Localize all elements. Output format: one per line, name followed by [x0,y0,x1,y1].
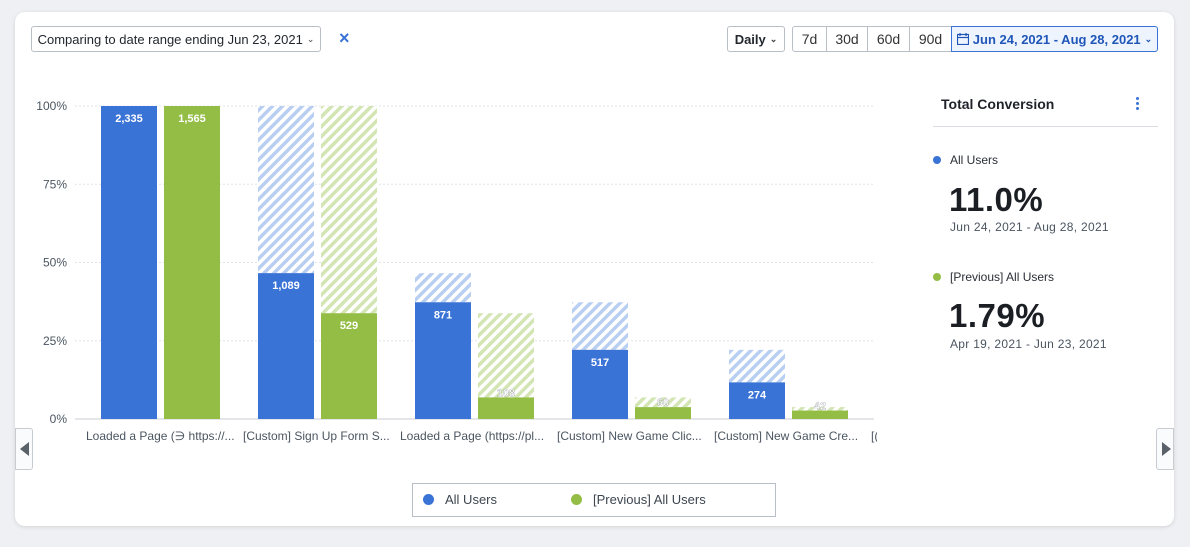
y-tick-label: 75% [43,177,67,191]
all-users-conversion: 11.0% [949,181,1044,218]
previous-users-conversion: 1.79% [949,297,1046,334]
bar-value-label: 108 [497,387,515,399]
category-label: [Custom] Sign Up Form S... [243,429,390,443]
y-tick-label: 25% [43,334,67,348]
bar-value-label: 871 [434,309,452,321]
legend-label: [Previous] All Users [593,492,706,507]
bar-value-label: 517 [591,357,609,369]
previous-users-dot [933,273,941,281]
total-conversion-title: Total Conversion [941,96,1055,112]
bar-value-label: 60 [657,397,669,409]
bar-value-label: 274 [748,389,767,401]
chart-next-button[interactable] [1156,428,1174,470]
chart-legend: All Users [Previous] All Users [412,483,776,517]
conversion-bar[interactable] [478,397,534,419]
chevron-left-icon [20,442,29,456]
dropoff-bar[interactable] [572,302,628,350]
bar-value-label: 42 [814,401,826,413]
conversion-bar[interactable] [101,106,157,419]
conversion-bar[interactable] [164,106,220,419]
dropoff-bar[interactable] [321,106,377,314]
dropoff-bar[interactable] [729,349,785,383]
dropoff-bar[interactable] [415,273,471,303]
bar-value-label: 529 [340,320,358,332]
bar-value-label: 1,089 [272,280,300,292]
legend-swatch [571,494,582,505]
dropoff-bar[interactable] [258,106,314,274]
legend-swatch [423,494,434,505]
all-users-label: All Users [950,153,999,167]
bar-value-label: 2,335 [115,113,143,125]
chevron-right-icon [1162,442,1171,456]
all-users-range: Jun 24, 2021 - Aug 28, 2021 [950,220,1109,234]
y-tick-label: 100% [36,99,67,113]
category-label: [( [871,429,878,443]
conversion-bar[interactable] [258,273,314,419]
chart-prev-button[interactable] [15,428,33,470]
previous-users-label: [Previous] All Users [950,270,1055,284]
y-tick-label: 0% [50,412,68,426]
dropoff-bar[interactable] [478,313,534,398]
bar-value-label: 1,565 [178,113,206,125]
legend-label: All Users [445,492,498,507]
category-label: Loaded a Page (∋ https://... [86,429,235,443]
y-tick-label: 50% [43,256,67,270]
divider [933,126,1158,127]
category-label: [Custom] New Game Clic... [557,429,702,443]
all-users-dot [933,156,941,164]
kebab-icon[interactable] [1134,97,1140,111]
category-label: Loaded a Page (https://pl... [400,429,544,443]
previous-users-range: Apr 19, 2021 - Jun 23, 2021 [950,337,1107,351]
category-label: [Custom] New Game Cre... [714,429,858,443]
